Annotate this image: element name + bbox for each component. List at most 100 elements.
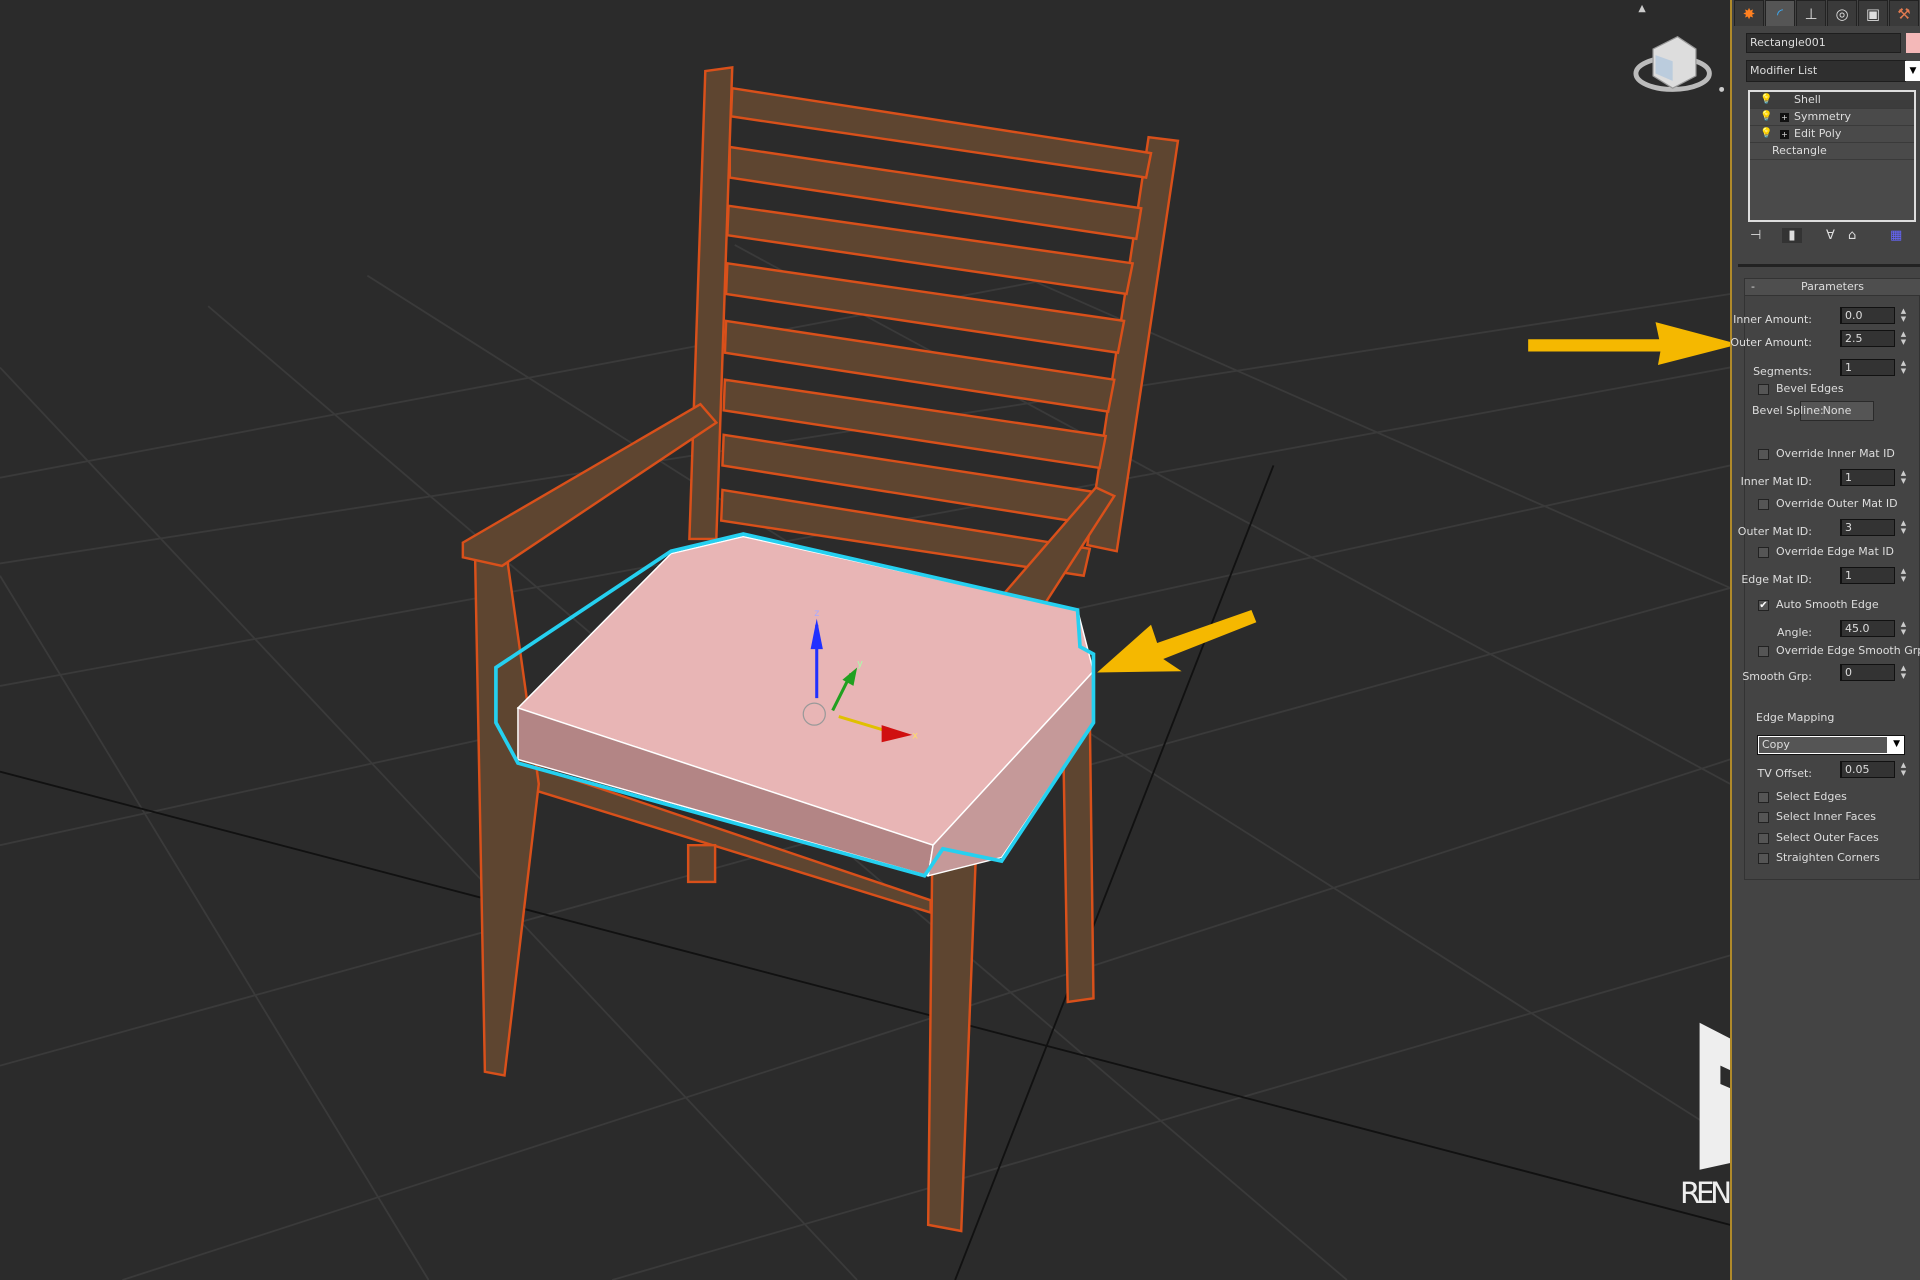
tab-hierarchy[interactable]: ⊥: [1796, 0, 1826, 26]
axis-label-x: x: [912, 731, 918, 742]
back-center-leg: [686, 843, 717, 884]
override-edge-mat-id-label: Override Edge Mat ID: [1776, 545, 1895, 558]
inner-amount-label: Inner Amount:: [1733, 313, 1812, 326]
tv-offset-spinner[interactable]: ▲ ▼: [1899, 761, 1908, 778]
object-name-input[interactable]: Rectangle001: [1746, 33, 1901, 53]
outer-mat-id-label: Outer Mat ID:: [1737, 525, 1812, 538]
inner-mat-id-label: Inner Mat ID:: [1740, 475, 1812, 488]
smooth-grp-spinner[interactable]: ▲ ▼: [1899, 664, 1908, 681]
tv-offset-input[interactable]: 0.05: [1840, 761, 1895, 778]
edge-mapping-value: Copy: [1759, 737, 1887, 753]
inner-mat-id-input[interactable]: 1: [1840, 469, 1895, 486]
arrow-outer-amount: [1528, 322, 1739, 366]
outer-amount-input[interactable]: 2.5: [1840, 330, 1895, 347]
utilities-icon: ⚒: [1897, 5, 1911, 23]
select-edges-checkbox[interactable]: [1758, 792, 1769, 803]
back-left-post: [688, 65, 734, 541]
smooth-grp-label: Smooth Grp:: [1742, 670, 1812, 683]
create-icon: ✸: [1742, 5, 1756, 23]
stack-item-edit-poly[interactable]: 💡 + Edit Poly: [1750, 126, 1914, 143]
bevel-edges-checkbox[interactable]: [1758, 384, 1769, 395]
bevel-spline-label: Bevel Spline:: [1752, 404, 1824, 417]
select-inner-faces-label: Select Inner Faces: [1776, 810, 1877, 823]
divider: [1738, 264, 1920, 267]
motion-icon: ◎: [1835, 5, 1849, 23]
override-inner-mat-id-checkbox[interactable]: [1758, 449, 1769, 460]
edge-mat-id-spinner[interactable]: ▲ ▼: [1899, 567, 1908, 584]
front-left-leg: [473, 556, 541, 1077]
tab-display[interactable]: ▣: [1858, 0, 1888, 26]
auto-smooth-edge-label: Auto Smooth Edge: [1776, 598, 1879, 611]
auto-smooth-edge-checkbox[interactable]: ✔: [1758, 600, 1769, 611]
straighten-corners-label: Straighten Corners: [1776, 851, 1880, 864]
outer-amount-spinner[interactable]: ▲ ▼: [1899, 330, 1908, 347]
tab-motion[interactable]: ◎: [1827, 0, 1857, 26]
tab-create[interactable]: ✸: [1734, 0, 1764, 26]
configure-sets-icon[interactable]: ▦: [1890, 228, 1902, 243]
lightbulb-icon[interactable]: 💡: [1760, 109, 1772, 125]
smooth-grp-input[interactable]: 0: [1840, 664, 1895, 681]
segments-input[interactable]: 1: [1840, 359, 1895, 376]
tab-modify[interactable]: ◜: [1765, 0, 1795, 26]
inner-amount-spinner[interactable]: ▲ ▼: [1899, 307, 1908, 324]
segments-spinner[interactable]: ▲ ▼: [1899, 359, 1908, 376]
override-outer-mat-id-label: Override Outer Mat ID: [1776, 497, 1898, 510]
select-inner-faces-checkbox[interactable]: [1758, 812, 1769, 823]
stack-item-symmetry[interactable]: 💡 + Symmetry: [1750, 109, 1914, 126]
stack-item-label: Edit Poly: [1794, 127, 1842, 140]
stack-item-label: Shell: [1794, 93, 1821, 106]
inner-amount-input[interactable]: 0.0: [1840, 307, 1895, 324]
axis-label-z: z: [814, 608, 819, 619]
outer-mat-id-spinner[interactable]: ▲ ▼: [1899, 519, 1908, 536]
angle-input[interactable]: 45.0: [1840, 620, 1895, 637]
edge-mapping-dropdown[interactable]: Copy ▼: [1757, 735, 1905, 755]
override-inner-mat-id-label: Override Inner Mat ID: [1776, 447, 1895, 460]
expand-icon[interactable]: +: [1780, 113, 1789, 122]
rollout-header[interactable]: - Parameters: [1745, 279, 1920, 296]
override-edge-mat-id-checkbox[interactable]: [1758, 547, 1769, 558]
tab-utilities[interactable]: ⚒: [1889, 0, 1919, 26]
edge-mat-id-label: Edge Mat ID:: [1741, 573, 1812, 586]
axis-label-y: y: [857, 658, 863, 669]
pin-stack-icon[interactable]: ⊣: [1750, 228, 1761, 243]
expand-icon[interactable]: +: [1780, 130, 1789, 139]
modifier-list-label: Modifier List: [1750, 64, 1818, 77]
tv-offset-label: TV Offset:: [1757, 767, 1813, 780]
override-outer-mat-id-checkbox[interactable]: [1758, 499, 1769, 510]
command-panel: ✸ ◜ ⊥ ◎ ▣ ⚒ Rectangle001 Modifier List ▼ …: [1730, 0, 1920, 1280]
modifier-stack: 💡 Shell 💡 + Symmetry 💡 + Edit Poly Rectangle: [1748, 90, 1916, 222]
hierarchy-icon: ⊥: [1804, 5, 1818, 23]
angle-label: Angle:: [1776, 626, 1812, 639]
select-outer-faces-checkbox[interactable]: [1758, 833, 1769, 844]
viewport[interactable]: z y x RENDERNODE: [0, 0, 1920, 1280]
override-edge-smooth-grp-label: Override Edge Smooth Grp: [1776, 644, 1920, 657]
override-edge-smooth-grp-checkbox[interactable]: [1758, 646, 1769, 657]
outer-mat-id-input[interactable]: 3: [1840, 519, 1895, 536]
object-color-swatch[interactable]: [1906, 33, 1920, 53]
rollout-title: Parameters: [1801, 280, 1864, 293]
chevron-down-icon: ▼: [1893, 739, 1900, 749]
select-outer-faces-label: Select Outer Faces: [1776, 831, 1879, 844]
chevron-down-icon[interactable]: ▼: [1905, 61, 1920, 81]
stack-item-shell[interactable]: 💡 Shell: [1750, 92, 1914, 109]
stack-item-label: Rectangle: [1772, 144, 1827, 157]
arrow-cushion-edge: [1097, 609, 1257, 673]
edge-mapping-label: Edge Mapping: [1756, 711, 1835, 724]
remove-modifier-icon[interactable]: ⌂: [1848, 228, 1856, 243]
lightbulb-icon[interactable]: 💡: [1760, 92, 1772, 108]
inner-mat-id-spinner[interactable]: ▲ ▼: [1899, 469, 1908, 486]
edge-mat-id-input[interactable]: 1: [1840, 567, 1895, 584]
make-unique-icon[interactable]: ∀: [1826, 228, 1835, 243]
modifier-list-dropdown[interactable]: Modifier List ▼: [1746, 60, 1920, 82]
angle-spinner[interactable]: ▲ ▼: [1899, 620, 1908, 637]
segments-label: Segments:: [1753, 365, 1812, 378]
straighten-corners-checkbox[interactable]: [1758, 853, 1769, 864]
bevel-edges-label: Bevel Edges: [1776, 382, 1844, 395]
stack-item-rectangle[interactable]: Rectangle: [1750, 143, 1914, 160]
viewcube[interactable]: [1633, 4, 1725, 92]
show-end-result-icon[interactable]: ▮: [1782, 228, 1802, 243]
stack-toolbar: ⊣ ▮ ∀ ⌂ ▦: [1748, 228, 1918, 250]
seat-cushion[interactable]: [494, 532, 1096, 878]
lightbulb-icon[interactable]: 💡: [1760, 126, 1772, 142]
display-icon: ▣: [1865, 5, 1881, 23]
